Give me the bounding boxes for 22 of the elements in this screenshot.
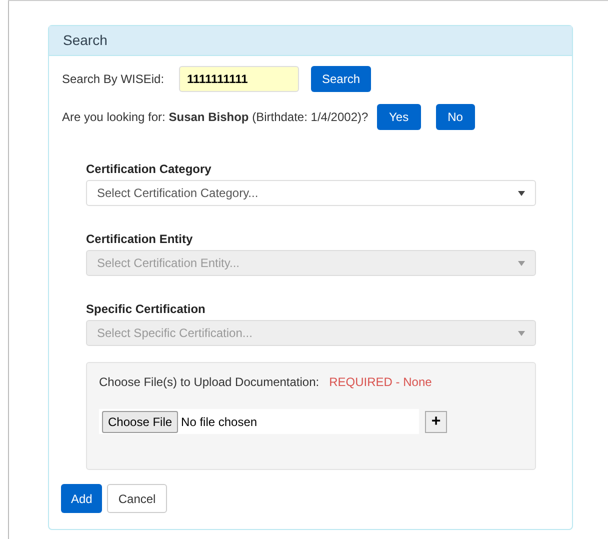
confirmation-question: Are you looking for: Susan Bishop (Birthdate: 1/4/2002)?	[62, 109, 370, 126]
no-button[interactable]: No	[436, 104, 475, 130]
file-input[interactable]: Choose File No file chosen	[99, 409, 419, 434]
add-button[interactable]: Add	[61, 484, 102, 513]
search-label: Search By WISEid:	[62, 71, 166, 88]
caret-icon	[518, 330, 525, 336]
cancel-button[interactable]: Cancel	[107, 484, 167, 513]
caret-icon	[518, 260, 525, 266]
file-status: No file chosen	[181, 414, 258, 430]
choose-file-button[interactable]: Choose File	[102, 410, 178, 432]
upload-label: Choose File(s) to Upload Documentation:	[99, 374, 320, 391]
select-label: Certification Entity	[86, 231, 194, 248]
add-file-button[interactable]: +	[425, 410, 447, 432]
select-dropdown[interactable]: Select Certification Category...	[86, 180, 536, 206]
select-label: Certification Category	[86, 161, 212, 178]
yes-button[interactable]: Yes	[377, 104, 421, 130]
select-label: Specific Certification	[86, 301, 206, 318]
panel-heading: Search	[49, 26, 572, 56]
search-button[interactable]: Search	[311, 66, 372, 92]
caret-icon	[518, 190, 525, 196]
required-status: REQUIRED - None	[329, 374, 432, 391]
wiseid-field[interactable]: 1111111111	[179, 66, 299, 92]
